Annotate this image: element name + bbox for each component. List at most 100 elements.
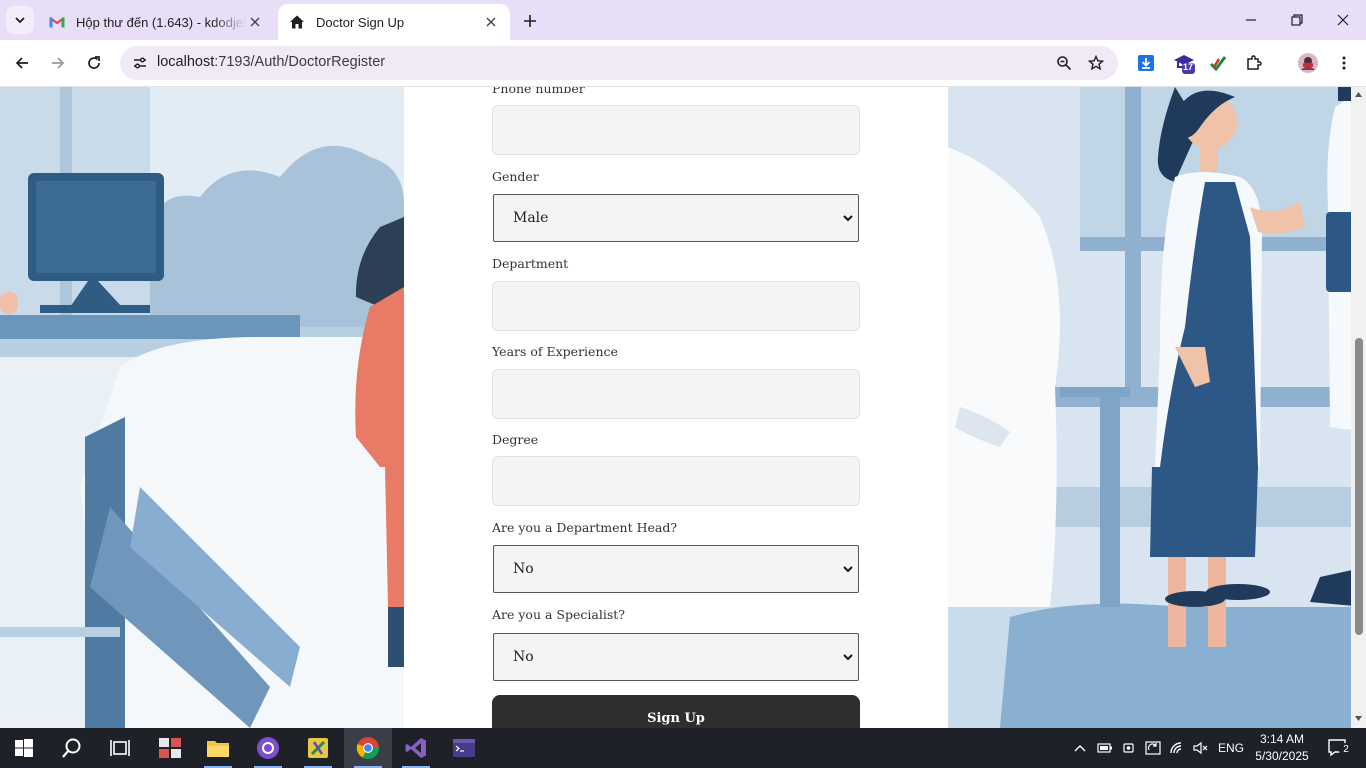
page-scrollbar[interactable] (1351, 87, 1366, 728)
taskbar-app-calculator[interactable] (146, 728, 194, 768)
address-bar[interactable]: localhost:7193/Auth/DoctorRegister (120, 46, 1118, 80)
profile-button[interactable] (1294, 49, 1322, 77)
more-vertical-icon (1342, 56, 1346, 70)
home-icon (288, 13, 306, 31)
graduation-extension-button[interactable]: 17 (1170, 49, 1198, 77)
wifi-icon (1170, 742, 1182, 754)
browser-toolbar: localhost:7193/Auth/DoctorRegister 17 (0, 40, 1366, 87)
task-view-button[interactable] (96, 728, 144, 768)
clock-time: 3:14 AM (1259, 732, 1305, 746)
dashboard-app-icon (159, 738, 181, 758)
chevron-down-icon (843, 215, 853, 222)
doctor-signup-form: Phone number Gender Male Department Year… (404, 87, 948, 728)
puzzle-icon (1247, 55, 1262, 70)
system-clock[interactable]: 3:14 AM 5/30/2025 (1254, 731, 1310, 765)
notification-center-button[interactable]: 2 (1318, 728, 1358, 768)
task-view-icon (110, 740, 130, 756)
notification-count-badge: 2 (1339, 743, 1353, 757)
minimize-icon (1246, 19, 1256, 21)
visual-studio-icon (405, 738, 426, 758)
reload-button[interactable] (80, 49, 108, 77)
url-host: localhost (157, 54, 215, 70)
download-icon (1138, 55, 1154, 71)
minimize-button[interactable] (1228, 0, 1274, 40)
network-status[interactable] (1166, 728, 1188, 768)
tab-title: Hộp thư đến (1.643) - kdodjeks (76, 14, 246, 30)
bookmark-button[interactable] (1082, 49, 1110, 77)
scroll-down-arrow-icon[interactable] (1354, 714, 1363, 723)
specialist-label: Are you a Specialist? (492, 607, 625, 622)
volume-control[interactable] (1190, 728, 1212, 768)
arrow-left-icon (15, 57, 28, 69)
page-viewport: Phone number Gender Male Department Year… (0, 87, 1366, 728)
search-icon (62, 738, 81, 758)
close-icon[interactable] (482, 13, 500, 31)
browser-menu-button[interactable] (1330, 49, 1358, 77)
show-hidden-icons-button[interactable] (1070, 728, 1090, 768)
github-icon (257, 737, 279, 759)
avatar-icon (1298, 53, 1318, 73)
department-head-label: Are you a Department Head? (492, 520, 678, 535)
close-icon (1337, 14, 1349, 26)
camera-icon (1123, 743, 1134, 753)
gmail-icon (48, 13, 66, 31)
tab-gmail[interactable]: Hộp thư đến (1.643) - kdodjeks (38, 4, 274, 40)
department-input[interactable] (492, 281, 860, 331)
zoom-button[interactable] (1050, 49, 1078, 77)
url-text: localhost:7193/Auth/DoctorRegister (157, 54, 385, 70)
check-mark-icon (1209, 56, 1227, 72)
restore-button[interactable] (1274, 0, 1320, 40)
years-of-experience-label: Years of Experience (492, 344, 618, 359)
tab-strip: Hộp thư đến (1.643) - kdodjeks Doctor Si… (0, 0, 1366, 40)
download-extension-button[interactable] (1132, 49, 1160, 77)
degree-input[interactable] (492, 456, 860, 506)
back-button[interactable] (8, 49, 36, 77)
chevron-down-icon (843, 654, 853, 661)
department-label: Department (492, 256, 569, 271)
new-tab-button[interactable] (518, 9, 542, 33)
tab-title: Doctor Sign Up (316, 14, 405, 30)
windows-taskbar: ENG 3:14 AM 5/30/2025 2 (0, 728, 1366, 768)
plus-icon (524, 15, 536, 27)
taskbar-search-button[interactable] (48, 728, 96, 768)
battery-status[interactable] (1094, 728, 1116, 768)
specialist-value: No (513, 649, 534, 665)
input-language[interactable]: ENG (1214, 728, 1248, 768)
phone-number-label: Phone number (492, 87, 585, 96)
sign-up-button[interactable]: Sign Up (492, 695, 860, 728)
gender-value: Male (513, 210, 549, 226)
sync-icon (1145, 741, 1161, 755)
close-window-button[interactable] (1320, 0, 1366, 40)
tab-search-button[interactable] (6, 6, 34, 34)
star-icon (1088, 55, 1104, 71)
specialist-select[interactable]: No (493, 633, 859, 681)
taskbar-app-chrome[interactable] (344, 728, 392, 768)
battery-icon (1097, 743, 1112, 753)
forward-button[interactable] (44, 49, 72, 77)
scroll-up-arrow-icon[interactable] (1354, 90, 1363, 99)
gender-label: Gender (492, 169, 539, 184)
extensions-button[interactable] (1240, 49, 1268, 77)
speaker-muted-icon (1193, 741, 1208, 755)
tab-doctor-sign-up[interactable]: Doctor Sign Up (278, 4, 510, 40)
camera-status[interactable] (1118, 728, 1140, 768)
phone-number-input[interactable] (492, 105, 860, 155)
scrollbar-thumb[interactable] (1355, 338, 1363, 635)
taskbar-app-sticky-tools[interactable] (294, 728, 342, 768)
taskbar-app-terminal[interactable] (440, 728, 488, 768)
department-head-select[interactable]: No (493, 545, 859, 593)
taskbar-app-file-explorer[interactable] (194, 728, 242, 768)
update-status[interactable] (1142, 728, 1164, 768)
color-extension-button[interactable] (1204, 49, 1232, 77)
chrome-icon (356, 737, 379, 759)
site-settings-icon[interactable] (128, 51, 152, 75)
folder-icon (207, 741, 229, 757)
years-of-experience-input[interactable] (492, 369, 860, 419)
chevron-down-icon (843, 566, 853, 573)
taskbar-app-github[interactable] (244, 728, 292, 768)
start-button[interactable] (0, 728, 48, 768)
taskbar-app-visual-studio[interactable] (392, 728, 440, 768)
gender-select[interactable]: Male (493, 194, 859, 242)
zoom-icon (1057, 56, 1072, 71)
close-icon[interactable] (246, 13, 264, 31)
